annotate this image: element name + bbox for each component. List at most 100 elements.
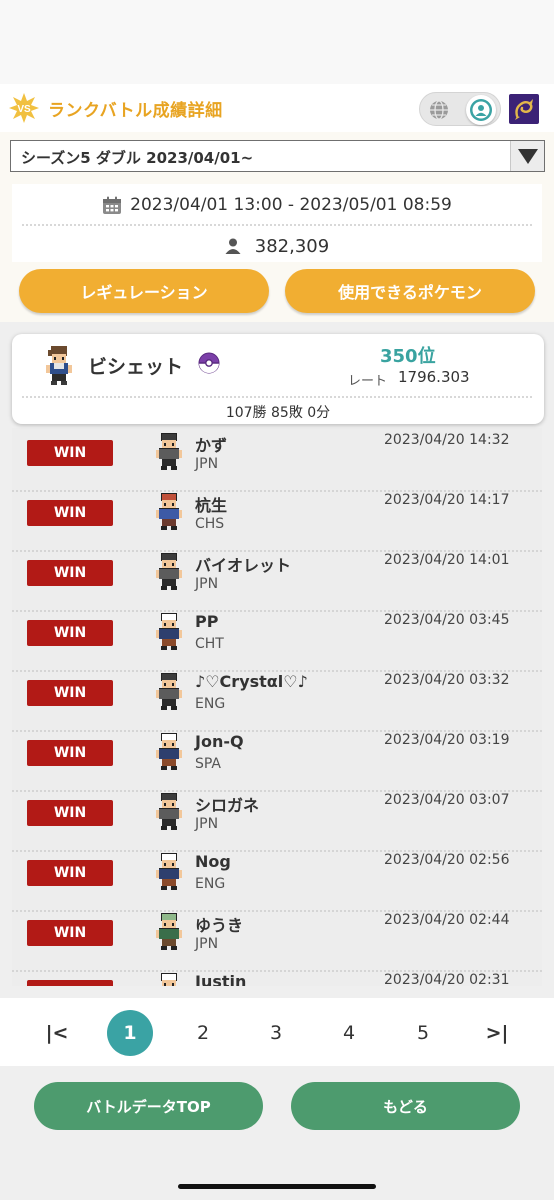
period-row: 2023/04/01 13:00 - 2023/05/01 08:59 bbox=[12, 192, 542, 218]
result-badge: WIN bbox=[27, 500, 113, 526]
opponent-language: JPN bbox=[195, 816, 219, 832]
first-page-button[interactable]: |< bbox=[34, 1010, 80, 1056]
trainer-sprite bbox=[46, 346, 72, 385]
player-count: 382,309 bbox=[254, 235, 330, 257]
opponent-language: ENG bbox=[195, 696, 226, 712]
match-timestamp: 2023/04/20 02:56 bbox=[384, 852, 510, 868]
battle-data-top-button[interactable]: バトルデータTOP bbox=[34, 1082, 263, 1130]
opponent-name: シロガネ bbox=[195, 796, 260, 815]
match-timestamp: 2023/04/20 14:01 bbox=[384, 552, 510, 568]
match-timestamp: 2023/04/20 14:17 bbox=[384, 492, 510, 508]
player-name: ビシェット bbox=[88, 356, 184, 378]
result-badge: WIN bbox=[27, 440, 113, 466]
season-select-value: シーズン5 ダブル 2023/04/01~ bbox=[21, 149, 254, 167]
opponent-name: Jon-Q bbox=[195, 732, 244, 751]
opponent-language: JPN bbox=[195, 576, 219, 592]
opponent-sprite bbox=[154, 552, 184, 596]
opponent-sprite bbox=[154, 912, 184, 956]
result-badge: WIN bbox=[27, 680, 113, 706]
result-badge: WIN bbox=[27, 740, 113, 766]
calendar-icon bbox=[103, 196, 122, 214]
result-badge: WIN bbox=[27, 560, 113, 586]
region-toggle[interactable] bbox=[419, 92, 501, 126]
match-timestamp: 2023/04/20 14:32 bbox=[384, 432, 510, 448]
opponent-name: PP bbox=[195, 612, 219, 631]
opponent-name: 杭生 bbox=[195, 496, 228, 515]
opponent-sprite bbox=[154, 792, 184, 836]
page-1-button[interactable]: 1 bbox=[107, 1010, 153, 1056]
usable-pokemon-button[interactable]: 使用できるポケモン bbox=[285, 269, 535, 313]
page-5-button[interactable]: 5 bbox=[400, 1010, 446, 1056]
match-row[interactable]: WIN 杭生 CHS 2023/04/20 14:17 bbox=[12, 492, 542, 552]
opponent-name: ゆうき bbox=[195, 916, 244, 935]
last-page-button[interactable]: >| bbox=[474, 1010, 520, 1056]
opponent-language: JPN bbox=[195, 936, 219, 952]
opponent-language: SPA bbox=[195, 756, 222, 772]
dragon-game-icon[interactable] bbox=[509, 94, 539, 124]
match-timestamp: 2023/04/20 03:45 bbox=[384, 612, 510, 628]
home-indicator bbox=[178, 1184, 376, 1189]
match-row[interactable]: WIN PP CHT 2023/04/20 03:45 bbox=[12, 612, 542, 672]
rate-value: 1796.303 bbox=[398, 368, 470, 386]
opponent-sprite bbox=[154, 852, 184, 896]
match-row[interactable]: WIN かず JPN 2023/04/20 14:32 bbox=[12, 432, 542, 492]
opponent-sprite bbox=[154, 612, 184, 656]
match-row[interactable]: WIN ゆうき JPN 2023/04/20 02:44 bbox=[12, 912, 542, 972]
globe-icon[interactable] bbox=[424, 95, 454, 125]
result-badge: WIN bbox=[27, 860, 113, 886]
vs-badge-label: VS bbox=[17, 104, 31, 115]
result-badge: WIN bbox=[27, 800, 113, 826]
regulation-button[interactable]: レギュレーション bbox=[19, 269, 269, 313]
opponent-name: かず bbox=[195, 436, 228, 455]
opponent-language: ENG bbox=[195, 876, 226, 892]
opponent-sprite bbox=[154, 672, 184, 716]
back-button[interactable]: もどる bbox=[291, 1082, 520, 1130]
match-timestamp: 2023/04/20 02:44 bbox=[384, 912, 510, 928]
match-row[interactable]: WIN バイオレット JPN 2023/04/20 14:01 bbox=[12, 552, 542, 612]
match-row[interactable]: WIN シロガネ JPN 2023/04/20 03:07 bbox=[12, 792, 542, 852]
person-icon[interactable] bbox=[466, 95, 496, 125]
opponent-language: CHT bbox=[195, 636, 224, 652]
win-loss-record: 107勝 85敗 0分 bbox=[225, 405, 331, 421]
opponent-language: CHS bbox=[195, 516, 225, 532]
opponent-language: JPN bbox=[195, 456, 219, 472]
match-row[interactable]: WIN Nog ENG 2023/04/20 02:56 bbox=[12, 852, 542, 912]
match-row[interactable]: WIN Justin 2023/04/20 02:31 bbox=[12, 972, 542, 986]
opponent-sprite bbox=[154, 972, 184, 986]
divider bbox=[22, 396, 532, 398]
vs-badge-icon: VS bbox=[9, 93, 39, 123]
season-select[interactable]: シーズン5 ダブル 2023/04/01~ bbox=[10, 140, 545, 172]
dropdown-arrow-button[interactable] bbox=[510, 141, 544, 171]
opponent-sprite bbox=[154, 732, 184, 776]
divider bbox=[22, 224, 532, 226]
page-4-button[interactable]: 4 bbox=[326, 1010, 372, 1056]
page-3-button[interactable]: 3 bbox=[253, 1010, 299, 1056]
master-ball-icon bbox=[198, 352, 220, 374]
match-timestamp: 2023/04/20 02:31 bbox=[384, 972, 510, 986]
chevron-down-icon bbox=[518, 149, 538, 164]
opponent-name: バイオレット bbox=[195, 556, 292, 575]
opponent-name: Justin bbox=[195, 972, 247, 986]
season-info-card: 2023/04/01 13:00 - 2023/05/01 08:59 382,… bbox=[12, 184, 542, 262]
opponent-sprite bbox=[154, 492, 184, 536]
rank-value: 350位 bbox=[380, 346, 436, 367]
battle-history-list[interactable]: WIN かず JPN 2023/04/20 14:32 WIN 杭生 CHS 2023/04/… bbox=[12, 428, 542, 986]
players-row: 382,309 bbox=[12, 233, 542, 259]
page-title: ランクバトル成績詳細 bbox=[48, 101, 223, 121]
match-row[interactable]: WIN ♪♡Crystαl♡♪ ENG 2023/04/20 03:32 bbox=[12, 672, 542, 732]
result-badge: WIN bbox=[27, 620, 113, 646]
match-timestamp: 2023/04/20 03:07 bbox=[384, 792, 510, 808]
app-header: VS ランクバトル成績詳細 bbox=[0, 84, 554, 132]
opponent-sprite bbox=[154, 432, 184, 476]
opponent-name: Nog bbox=[195, 852, 231, 871]
page-2-button[interactable]: 2 bbox=[180, 1010, 226, 1056]
match-row[interactable]: WIN Jon-Q SPA 2023/04/20 03:19 bbox=[12, 732, 542, 792]
match-timestamp: 2023/04/20 03:32 bbox=[384, 672, 510, 688]
rate-label: レート bbox=[348, 374, 388, 389]
status-bar-area bbox=[0, 0, 554, 84]
season-period-text: 2023/04/01 13:00 - 2023/05/01 08:59 bbox=[130, 195, 452, 215]
player-summary-card: ビシェット 350位 レート 1796.303 107勝 85敗 0分 bbox=[12, 334, 544, 424]
result-badge: WIN bbox=[27, 980, 113, 986]
result-badge: WIN bbox=[27, 920, 113, 946]
match-timestamp: 2023/04/20 03:19 bbox=[384, 732, 510, 748]
